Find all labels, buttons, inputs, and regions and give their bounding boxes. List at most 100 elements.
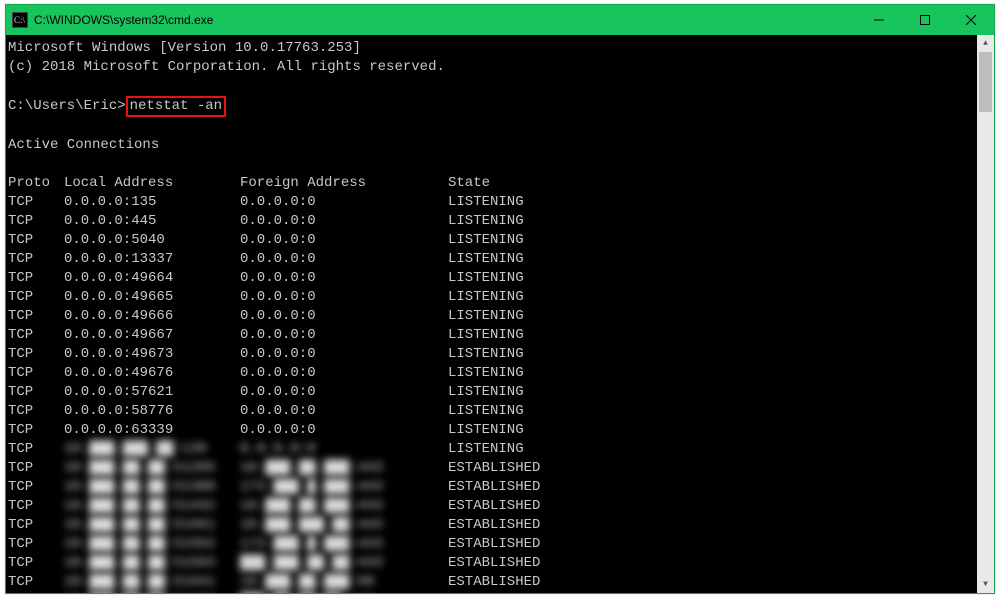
cell-local: 0.0.0.0:13337 xyxy=(64,250,240,269)
cell-state: LISTENING xyxy=(448,193,973,212)
table-row: TCP10.███.██.██:51562173.███.█.███:443ES… xyxy=(8,535,973,554)
cell-state: LISTENING xyxy=(448,364,973,383)
blank-line xyxy=(8,77,973,96)
table-row: TCP0.0.0.0:576210.0.0.0:0LISTENING xyxy=(8,383,973,402)
cell-state: LISTENING xyxy=(448,326,973,345)
table-row: TCP0.0.0.0:496760.0.0.0:0LISTENING xyxy=(8,364,973,383)
cell-state: LISTENING xyxy=(448,402,973,421)
cell-local: 0.0.0.0:49667 xyxy=(64,326,240,345)
cell-proto: TCP xyxy=(8,288,64,307)
prompt-line: C:\Users\Eric>netstat -an xyxy=(8,96,973,117)
minimize-button[interactable] xyxy=(856,5,902,35)
cell-foreign: 0.0.0.0:0 xyxy=(240,402,448,421)
cell-foreign: ███.██.██.██:443 xyxy=(240,592,448,593)
cell-proto: TCP xyxy=(8,554,64,573)
cell-state: ESTABLISHED xyxy=(448,535,973,554)
cell-proto: TCP xyxy=(8,402,64,421)
cell-local: 10.███.██.██:51561 xyxy=(64,516,240,535)
cell-local: 0.0.0.0:49664 xyxy=(64,269,240,288)
cell-state: LISTENING xyxy=(448,345,973,364)
table-row: TCP10.███.██.██:51300173.███.█.███:443ES… xyxy=(8,478,973,497)
table-row: TCP10.███.██.██:5120510.███.██.███:443ES… xyxy=(8,459,973,478)
cell-state: LISTENING xyxy=(448,250,973,269)
col-local: Local Address xyxy=(64,174,240,193)
cell-local: 10.███.██.██:51562 xyxy=(64,535,240,554)
scrollbar[interactable]: ▲ ▼ xyxy=(977,35,994,593)
cell-local: 0.0.0.0:63339 xyxy=(64,421,240,440)
cell-foreign: 0.0.0.0:0 xyxy=(240,421,448,440)
cell-foreign: 10.███.██.███:443 xyxy=(240,497,448,516)
terminal-output[interactable]: Microsoft Windows [Version 10.0.17763.25… xyxy=(6,35,977,593)
cell-proto: TCP xyxy=(8,516,64,535)
cell-foreign: 0.0.0.0:0 xyxy=(240,307,448,326)
terminal-area: Microsoft Windows [Version 10.0.17763.25… xyxy=(6,35,994,593)
cell-local: 0.0.0.0:49666 xyxy=(64,307,240,326)
table-row: TCP0.0.0.0:496640.0.0.0:0LISTENING xyxy=(8,269,973,288)
cell-proto: TCP xyxy=(8,592,64,593)
cell-foreign: 0.0.0.0:0 xyxy=(240,364,448,383)
cell-local: 10.███.██.██:51641 xyxy=(64,573,240,592)
cell-state: LISTENING xyxy=(448,212,973,231)
cell-foreign: 0.0.0.0:0 xyxy=(240,250,448,269)
cell-state: LISTENING xyxy=(448,307,973,326)
cell-state: LISTENING xyxy=(448,383,973,402)
scroll-down-icon[interactable]: ▼ xyxy=(977,576,994,593)
header-line: (c) 2018 Microsoft Corporation. All righ… xyxy=(8,58,973,77)
table-row: TCP0.0.0.0:133370.0.0.0:0LISTENING xyxy=(8,250,973,269)
table-row: TCP10.███.██.██:5144210.███.██.███:443ES… xyxy=(8,497,973,516)
maximize-button[interactable] xyxy=(902,5,948,35)
cell-proto: TCP xyxy=(8,307,64,326)
cell-proto: TCP xyxy=(8,383,64,402)
cell-local: 0.0.0.0:135 xyxy=(64,193,240,212)
cell-foreign: 0.0.0.0:0 xyxy=(240,326,448,345)
cell-proto: TCP xyxy=(8,269,64,288)
cell-local: 10.███.██.██:51205 xyxy=(64,459,240,478)
cell-state: ESTABLISHED xyxy=(448,459,973,478)
cell-foreign: 0.0.0.0:0 xyxy=(240,231,448,250)
cell-local: 0.0.0.0:445 xyxy=(64,212,240,231)
cell-state: ESTABLISHED xyxy=(448,554,973,573)
prompt-path: C:\Users\Eric> xyxy=(8,98,126,114)
cell-foreign: ███.███.██.██:443 xyxy=(240,554,448,573)
cell-state: LISTENING xyxy=(448,440,973,459)
cell-foreign: 0.0.0.0:0 xyxy=(240,383,448,402)
table-row: TCP0.0.0.0:50400.0.0.0:0LISTENING xyxy=(8,231,973,250)
cmd-icon: C:\ xyxy=(12,12,28,28)
cell-state: LISTENING xyxy=(448,288,973,307)
cell-foreign: 173.███.█.███:443 xyxy=(240,478,448,497)
cell-local: 0.0.0.0:58776 xyxy=(64,402,240,421)
cell-proto: TCP xyxy=(8,440,64,459)
close-button[interactable] xyxy=(948,5,994,35)
cell-local: 10.███.██.██:51300 xyxy=(64,478,240,497)
cell-foreign: 0.0.0.0:0 xyxy=(240,440,448,459)
cell-state: ESTABLISHED xyxy=(448,573,973,592)
scroll-thumb[interactable] xyxy=(979,52,992,112)
scroll-up-icon[interactable]: ▲ xyxy=(977,35,994,52)
cell-foreign: 10.███.██.███:80 xyxy=(240,573,448,592)
cell-local: 0.0.0.0:49673 xyxy=(64,345,240,364)
cell-local: 10.███.██.██:51563 xyxy=(64,554,240,573)
table-row: TCP0.0.0.0:587760.0.0.0:0LISTENING xyxy=(8,402,973,421)
cell-state: LISTENING xyxy=(448,421,973,440)
cell-local: 0.0.0.0:49665 xyxy=(64,288,240,307)
table-row: TCP0.0.0.0:496730.0.0.0:0LISTENING xyxy=(8,345,973,364)
cmd-window: C:\ C:\WINDOWS\system32\cmd.exe Microsof… xyxy=(5,4,995,594)
table-row: TCP0.0.0.0:633390.0.0.0:0LISTENING xyxy=(8,421,973,440)
cell-local: 10.███.███.██:139 xyxy=(64,440,240,459)
cell-foreign: 0.0.0.0:0 xyxy=(240,212,448,231)
cell-state: LISTENING xyxy=(448,231,973,250)
cell-state: ESTABLISHED xyxy=(448,592,973,593)
cell-local: 10.███.██.██:51702 xyxy=(64,592,240,593)
cell-local: 10.███.██.██:51442 xyxy=(64,497,240,516)
cell-proto: TCP xyxy=(8,326,64,345)
titlebar[interactable]: C:\ C:\WINDOWS\system32\cmd.exe xyxy=(6,5,994,35)
cell-state: ESTABLISHED xyxy=(448,516,973,535)
cell-proto: TCP xyxy=(8,421,64,440)
cell-foreign: 10.███.██.███:443 xyxy=(240,459,448,478)
cell-proto: TCP xyxy=(8,364,64,383)
cell-state: ESTABLISHED xyxy=(448,478,973,497)
scroll-track[interactable] xyxy=(977,52,994,576)
cell-foreign: 173.███.█.███:443 xyxy=(240,535,448,554)
cell-local: 0.0.0.0:5040 xyxy=(64,231,240,250)
table-row: TCP10.███.██.██:51563███.███.██.██:443ES… xyxy=(8,554,973,573)
